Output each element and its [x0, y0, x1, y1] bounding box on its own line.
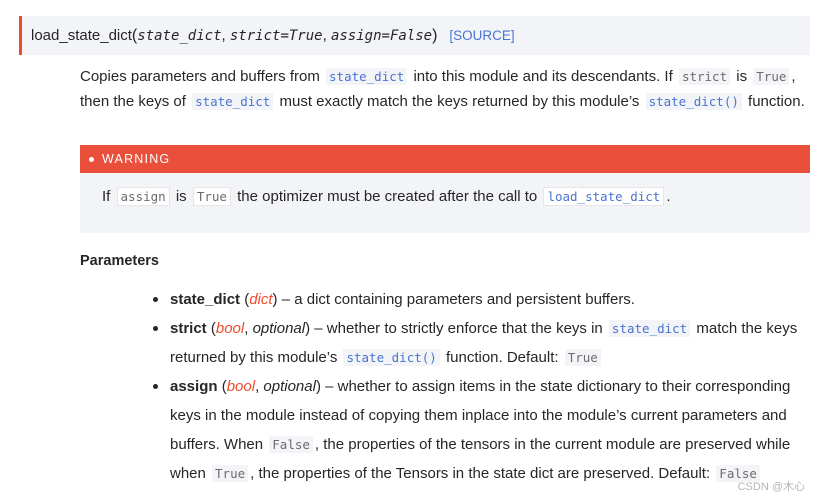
param-item-assign: assign (bool, optional) – whether to ass… [152, 372, 802, 488]
state-dict-link[interactable]: state_dict [326, 68, 408, 85]
param-desc: , the properties of the Tensors in the s… [250, 465, 715, 482]
close-paren: ) [432, 26, 438, 44]
code-true: True [192, 187, 231, 206]
warning-body: If assign is True the optimizer must be … [80, 173, 810, 206]
code-false: False [269, 436, 313, 453]
parameters-list: state_dict (dict) – a dict containing pa… [152, 285, 802, 488]
state-dict-link[interactable]: state_dict [608, 320, 691, 337]
default-value: True [564, 349, 601, 366]
param-optional: optional [263, 378, 316, 395]
param-type-link[interactable]: bool [227, 378, 255, 395]
state-dict-func-link[interactable]: state_dict() [645, 93, 742, 110]
method-signature: load_state_dict(state_dict, strict=True,… [19, 16, 810, 55]
warning-text: the optimizer must be created after the … [232, 188, 542, 205]
arg-state-dict: state_dict [137, 27, 222, 44]
param-name: state_dict [170, 291, 241, 308]
warning-text: If [102, 188, 115, 205]
arg-strict: strict=True [229, 27, 323, 44]
code-strict: strict [678, 68, 731, 85]
param-desc: – whether to strictly enforce that the k… [310, 320, 607, 337]
param-item-strict: strict (bool, optional) – whether to str… [152, 314, 802, 372]
code-assign: assign [116, 187, 170, 206]
desc-text: must exactly match the keys returned by … [275, 93, 644, 110]
bullet-icon [153, 297, 158, 302]
param-item-state-dict: state_dict (dict) – a dict containing pa… [152, 285, 802, 314]
desc-text: into this module and its descendants. If [409, 68, 677, 85]
bullet-icon [153, 384, 158, 389]
bullet-icon [89, 156, 94, 162]
param-desc: – a dict containing parameters and persi… [277, 291, 635, 308]
parameters-heading: Parameters [80, 253, 159, 269]
warning-text: . [666, 188, 671, 205]
param-type-link[interactable]: bool [216, 320, 244, 337]
state-dict-func-link[interactable]: state_dict() [343, 349, 440, 366]
load-state-dict-link[interactable]: load_state_dict [543, 187, 665, 206]
param-name: assign [170, 378, 218, 395]
method-description: Copies parameters and buffers from state… [80, 64, 815, 114]
warning-text: is [171, 188, 191, 205]
param-desc: function. Default: [441, 349, 563, 366]
bullet-icon [153, 326, 158, 331]
state-dict-link[interactable]: state_dict [192, 93, 274, 110]
source-link[interactable]: [SOURCE] [449, 28, 514, 43]
param-optional: optional [252, 320, 306, 337]
arg-assign: assign=False [330, 27, 433, 44]
param-type-link[interactable]: dict [249, 291, 272, 308]
method-name: load_state_dict [31, 27, 132, 44]
warning-box: WARNING If assign is True the optimizer … [80, 145, 810, 233]
desc-text: function. [743, 93, 805, 110]
warning-header: WARNING [80, 145, 810, 173]
param-name: strict [170, 320, 207, 337]
desc-text: Copies parameters and buffers from [80, 68, 325, 85]
watermark: CSDN @木心 [737, 481, 805, 493]
code-true: True [212, 465, 249, 482]
desc-text: is [732, 68, 752, 85]
code-true: True [753, 68, 790, 85]
warning-title: WARNING [102, 152, 171, 166]
